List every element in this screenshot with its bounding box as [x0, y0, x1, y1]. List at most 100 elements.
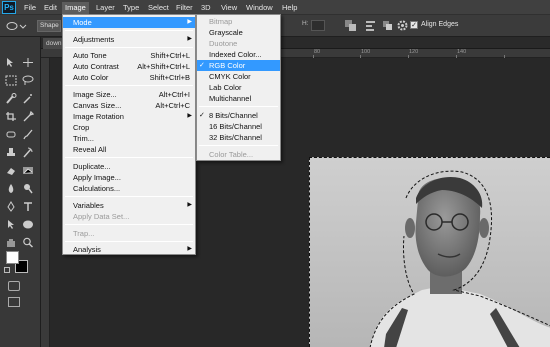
menu-item-grayscale[interactable]: Grayscale	[197, 27, 280, 38]
menu-item-label: Bitmap	[209, 17, 233, 26]
menu-item-label: Analysis	[73, 245, 101, 254]
menu-item-image-size[interactable]: Image Size... Alt+Ctrl+I	[63, 89, 195, 100]
menu-item-apply-image[interactable]: Apply Image...	[63, 172, 195, 183]
menu-item-adjustments[interactable]: Adjustments ▶	[63, 34, 195, 45]
menu-item-trim[interactable]: Trim...	[63, 133, 195, 144]
menu-item-image-rotation[interactable]: Image Rotation ▶	[63, 111, 195, 122]
menu-item-auto-contrast[interactable]: Auto Contrast Alt+Shift+Ctrl+L	[63, 61, 195, 72]
menu-help[interactable]: Help	[279, 2, 300, 14]
gradient-tool-icon[interactable]	[22, 165, 34, 176]
menu-item-label: Calculations...	[73, 184, 121, 193]
shape-mode-select[interactable]: Shape	[37, 20, 61, 32]
menu-3d[interactable]: 3D	[198, 2, 214, 14]
menu-item-label: Variables	[73, 201, 104, 210]
ellipse-tool-icon[interactable]	[22, 219, 34, 230]
menu-item-auto-tone[interactable]: Auto Tone Shift+Ctrl+L	[63, 50, 195, 61]
menu-item-8-bits[interactable]: ✓ 8 Bits/Channel	[197, 110, 280, 121]
image-menu: Mode ▶ Adjustments ▶ Auto Tone Shift+Ctrl+L…	[62, 14, 196, 255]
spot-healing-tool-icon[interactable]	[5, 129, 17, 140]
path-arrangement-icon[interactable]	[381, 19, 394, 32]
dodge-tool-icon[interactable]	[22, 183, 34, 194]
menu-item-analysis[interactable]: Analysis ▶	[63, 244, 195, 255]
menu-item-duplicate[interactable]: Duplicate...	[63, 161, 195, 172]
move-tool-icon[interactable]	[5, 57, 17, 68]
menu-item-bitmap[interactable]: Bitmap	[197, 16, 280, 27]
menu-item-label: Adjustments	[73, 35, 115, 44]
path-selection-tool-icon[interactable]	[5, 219, 17, 230]
menu-separator	[65, 196, 193, 197]
menu-item-cmyk-color[interactable]: CMYK Color	[197, 71, 280, 82]
brush-tool-icon[interactable]	[22, 129, 34, 140]
pen-tool-icon[interactable]	[5, 201, 17, 212]
default-colors-icon[interactable]	[4, 267, 10, 273]
history-brush-tool-icon[interactable]	[22, 147, 34, 158]
marquee-tool-icon[interactable]	[5, 75, 17, 86]
artboard-tool-icon[interactable]	[22, 57, 34, 68]
magic-wand-tool-icon[interactable]	[22, 93, 34, 104]
menu-item-multichannel[interactable]: Multichannel	[197, 93, 280, 104]
menu-item-trap[interactable]: Trap...	[63, 228, 195, 239]
document-photo[interactable]	[309, 157, 550, 347]
menu-item-label: Auto Contrast	[73, 62, 119, 71]
menu-item-label: CMYK Color	[209, 72, 251, 81]
menu-image[interactable]: Image	[62, 2, 89, 14]
menu-select[interactable]: Select	[145, 2, 172, 14]
menu-filter[interactable]: Filter	[173, 2, 196, 14]
menu-view[interactable]: View	[218, 2, 240, 14]
eyedropper-tool-icon[interactable]	[22, 111, 34, 122]
quick-mask-icon[interactable]	[8, 281, 20, 291]
menu-item-label: Apply Image...	[73, 173, 121, 182]
menu-item-calculations[interactable]: Calculations...	[63, 183, 195, 194]
menu-separator	[65, 241, 193, 242]
menu-item-16-bits[interactable]: 16 Bits/Channel	[197, 121, 280, 132]
menu-item-label: Trap...	[73, 229, 95, 238]
menu-item-label: RGB Color	[209, 61, 246, 70]
menu-shortcut: Alt+Ctrl+I	[158, 90, 190, 99]
menu-item-lab-color[interactable]: Lab Color	[197, 82, 280, 93]
path-operations-icon[interactable]	[344, 19, 357, 32]
foreground-color-swatch[interactable]	[6, 251, 19, 264]
clone-stamp-tool-icon[interactable]	[5, 147, 17, 158]
menu-file[interactable]: File	[21, 2, 39, 14]
type-tool-icon[interactable]	[22, 201, 34, 212]
ruler-tick	[313, 55, 314, 58]
menu-window[interactable]: Window	[243, 2, 276, 14]
zoom-tool-icon[interactable]	[22, 237, 34, 248]
ruler-mark: 80	[314, 49, 321, 55]
eraser-tool-icon[interactable]	[5, 165, 17, 176]
height-input[interactable]	[311, 20, 325, 31]
menu-item-indexed-color[interactable]: Indexed Color...	[197, 49, 280, 60]
quick-select-tool-icon[interactable]	[5, 93, 17, 104]
blur-tool-icon[interactable]	[5, 183, 17, 194]
ellipse-tool-preset-icon[interactable]	[6, 20, 28, 32]
lasso-tool-icon[interactable]	[22, 75, 34, 86]
menu-item-mode[interactable]: Mode ▶	[63, 17, 195, 28]
menu-item-apply-data-set[interactable]: Apply Data Set...	[63, 211, 195, 222]
menu-item-variables[interactable]: Variables ▶	[63, 200, 195, 211]
screen-mode-icon[interactable]	[8, 297, 20, 307]
menu-item-rgb-color[interactable]: ✓ RGB Color	[197, 60, 280, 71]
menu-shortcut: Alt+Ctrl+C	[155, 101, 190, 110]
menu-item-label: 16 Bits/Channel	[209, 122, 262, 131]
checkmark-icon: ✓	[199, 62, 205, 69]
menu-item-crop[interactable]: Crop	[63, 122, 195, 133]
hand-tool-icon[interactable]	[5, 237, 17, 248]
menu-layer[interactable]: Layer	[93, 2, 118, 14]
path-alignment-icon[interactable]	[364, 19, 377, 32]
ruler-mark: 140	[457, 49, 467, 55]
menu-separator	[65, 224, 193, 225]
menu-type[interactable]: Type	[120, 2, 142, 14]
vertical-ruler	[41, 58, 50, 347]
menu-item-reveal-all[interactable]: Reveal All	[63, 144, 195, 155]
menu-item-label: 32 Bits/Channel	[209, 133, 262, 142]
menu-item-duotone[interactable]: Duotone	[197, 38, 280, 49]
menu-item-color-table[interactable]: Color Table...	[197, 149, 280, 160]
menu-edit[interactable]: Edit	[41, 2, 60, 14]
menu-item-32-bits[interactable]: 32 Bits/Channel	[197, 132, 280, 143]
gear-icon[interactable]	[396, 19, 409, 32]
menu-item-canvas-size[interactable]: Canvas Size... Alt+Ctrl+C	[63, 100, 195, 111]
align-edges-checkbox[interactable]: ✓	[410, 21, 418, 29]
tools-panel	[0, 37, 41, 347]
crop-tool-icon[interactable]	[5, 111, 17, 122]
menu-item-auto-color[interactable]: Auto Color Shift+Ctrl+B	[63, 72, 195, 83]
